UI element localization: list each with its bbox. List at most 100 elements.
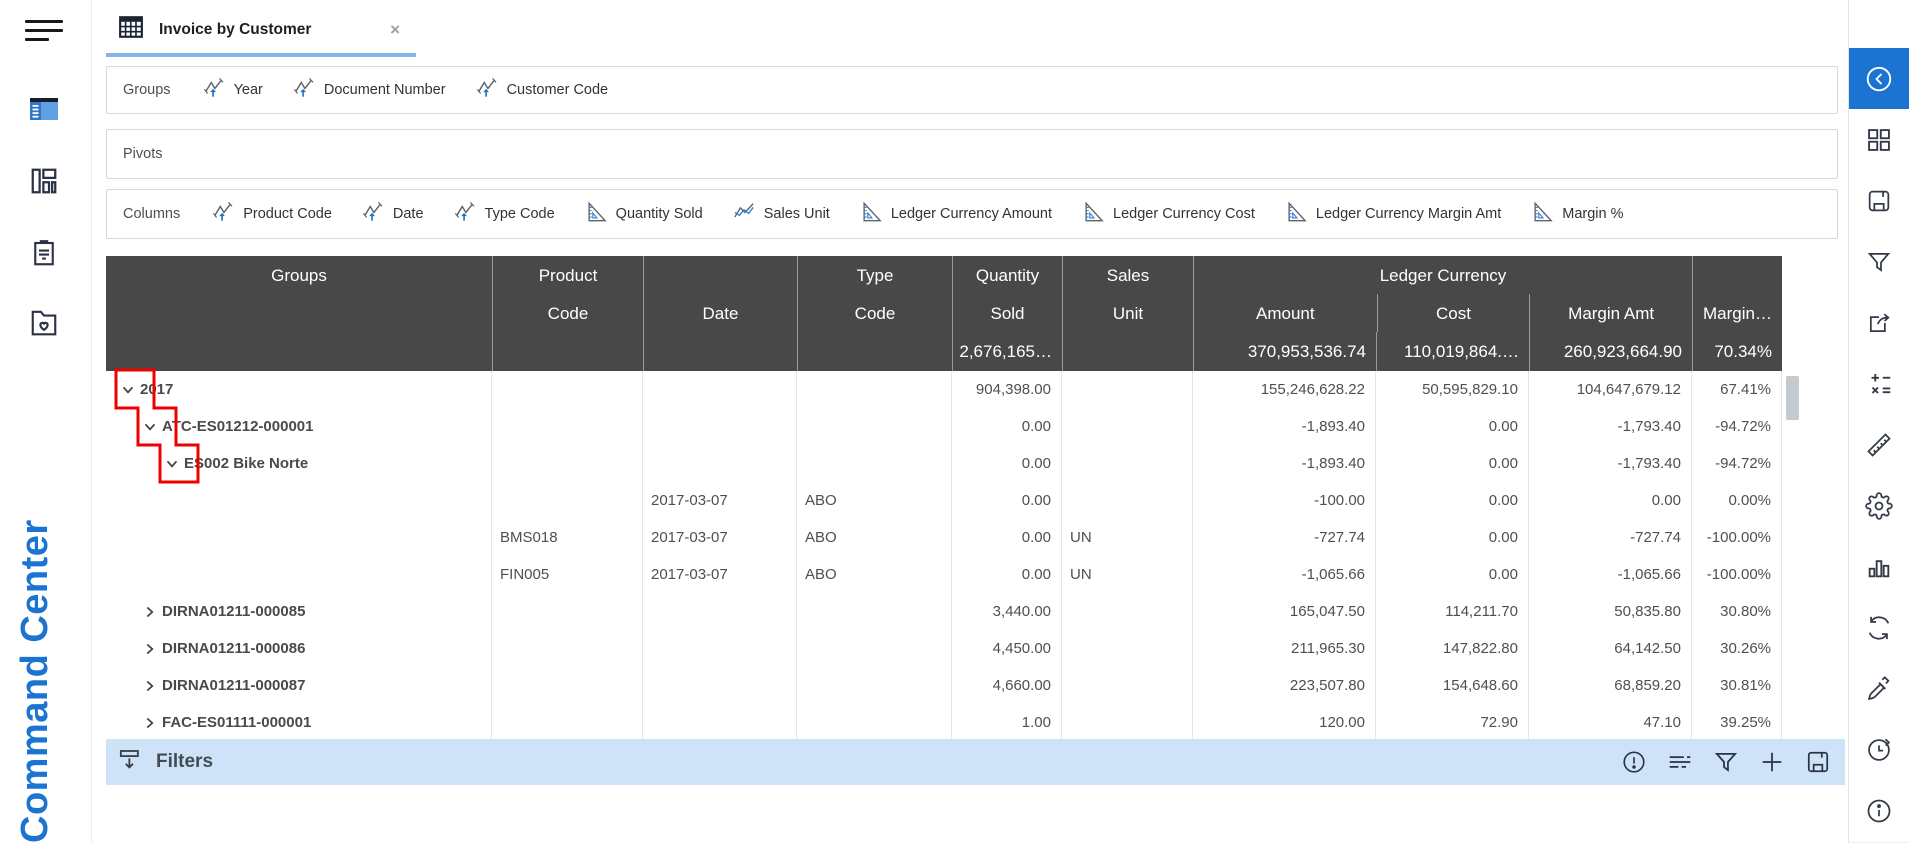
table-body: 2017904,398.00155,246,628.2250,595,829.1… [106,371,1782,739]
chip-sales-unit[interactable]: Sales Unit [733,201,830,228]
chip-ledger-currency-cost[interactable]: Ledger Currency Cost [1082,201,1255,228]
total-quantity-sold: 2,676,165… [952,332,1062,371]
tab-invoice-by-customer[interactable]: Invoice by Customer × [106,6,416,53]
cell-product [492,704,643,739]
collapse-panel-button[interactable] [1849,48,1909,109]
dashboard-grid-icon[interactable] [1849,109,1909,171]
hamburger-menu-icon[interactable] [25,20,63,47]
measure-icon [1285,201,1307,228]
cell-qty: 1.00 [952,704,1062,739]
cell-margin_amt: 68,859.20 [1529,667,1692,704]
chip-customer-code[interactable]: Customer Code [476,77,609,104]
history-icon[interactable] [1849,719,1909,781]
cell-product [492,630,643,667]
save-view-icon[interactable] [1849,170,1909,232]
expand-chevron-icon[interactable] [140,602,160,622]
col-header-groups[interactable]: Groups [106,256,492,332]
dimension-icon [362,201,384,228]
group-label: 2017 [140,371,173,408]
col-header-sales-unit[interactable]: SalesUnit [1062,256,1193,332]
save-icon[interactable] [1805,749,1831,775]
bar-chart-icon[interactable] [1849,536,1909,598]
table-row[interactable]: DIRNA01211-0000853,440.00165,047.50114,2… [106,593,1782,630]
layout-icon[interactable] [27,165,61,197]
total-amount: 370,953,536.74 [1193,332,1376,371]
cell-unit [1062,593,1193,630]
report-view-icon[interactable] [27,93,61,125]
cell-margin_amt: 104,647,679.12 [1529,371,1692,408]
cell-date: 2017-03-07 [643,519,797,556]
settings-gear-icon[interactable] [1849,475,1909,537]
pivots-zone-label: Pivots [123,146,163,162]
col-header-product-code[interactable]: ProductCode [492,256,643,332]
eyedropper-icon[interactable] [1849,658,1909,720]
cell-unit [1062,704,1193,739]
cell-margin_pct: -100.00% [1692,556,1782,593]
cell-margin_amt: -727.74 [1529,519,1692,556]
collapse-chevron-icon[interactable] [140,417,160,437]
table-row[interactable]: ES002 Bike Norte0.00-1,893.400.00-1,793.… [106,445,1782,482]
chip-type-code[interactable]: Type Code [454,201,555,228]
calculator-icon[interactable] [1849,353,1909,415]
cell-margin_pct: -94.72% [1692,445,1782,482]
col-header-cost[interactable]: Cost [1377,294,1530,332]
tab-close-icon[interactable]: × [390,20,400,40]
table-row[interactable]: FAC-ES01111-0000011.00120.0072.9047.1039… [106,704,1782,739]
left-sidebar: Command Center [0,0,92,843]
table-row[interactable]: DIRNA01211-0000874,660.00223,507.80154,6… [106,667,1782,704]
ruler-icon[interactable] [1849,414,1909,476]
vertical-scrollbar-thumb[interactable] [1786,376,1799,420]
chip-quantity-sold[interactable]: Quantity Sold [585,201,703,228]
group-label: DIRNA01211-000086 [162,630,305,667]
chip-year[interactable]: Year [203,77,263,104]
cell-unit [1062,482,1193,519]
total-margin-pct: 70.34% [1692,332,1782,371]
cell-qty: 0.00 [952,445,1062,482]
chip-ledger-currency-margin-amt[interactable]: Ledger Currency Margin Amt [1285,201,1501,228]
expand-chevron-icon[interactable] [140,639,160,659]
cell-amount: -1,893.40 [1193,408,1376,445]
cell-unit [1062,445,1193,482]
filters-toggle[interactable]: Filters [118,747,213,777]
collapse-chevron-icon[interactable] [162,454,182,474]
groups-zone: Groups YearDocument NumberCustomer Code [106,66,1838,114]
cell-product [492,371,643,408]
filter-icon[interactable] [1849,231,1909,293]
cell-unit [1062,630,1193,667]
clipboard-icon[interactable] [27,237,61,269]
alert-circle-icon[interactable] [1621,749,1647,775]
favorites-folder-icon[interactable] [27,307,61,339]
add-icon[interactable] [1759,749,1785,775]
table-row[interactable]: 2017-03-07ABO0.00-100.000.000.000.00% [106,482,1782,519]
chip-ledger-currency-amount[interactable]: Ledger Currency Amount [860,201,1052,228]
table-row[interactable]: ATC-ES01212-0000010.00-1,893.400.00-1,79… [106,408,1782,445]
chip-product-code[interactable]: Product Code [212,201,332,228]
col-header-date[interactable]: Date [643,256,797,332]
ledger-currency-group-label: Ledger Currency [1193,256,1692,294]
active-tab-underline [106,53,416,57]
table-row[interactable]: FIN0052017-03-07ABO0.00UN-1,065.660.00-1… [106,556,1782,593]
cell-product [492,408,643,445]
share-icon[interactable] [1849,292,1909,354]
info-icon[interactable] [1849,780,1909,843]
table-row[interactable]: 2017904,398.00155,246,628.2250,595,829.1… [106,371,1782,408]
cell-margin_pct: -94.72% [1692,408,1782,445]
cell-type [797,704,952,739]
expand-chevron-icon[interactable] [140,676,160,696]
col-header-margin-pct[interactable]: Margin… [1692,256,1782,332]
expand-chevron-icon[interactable] [140,713,160,733]
table-row[interactable]: DIRNA01211-0000864,450.00211,965.30147,8… [106,630,1782,667]
col-header-amount[interactable]: Amount [1194,294,1377,332]
chip-document-number[interactable]: Document Number [293,77,446,104]
col-header-type-code[interactable]: TypeCode [797,256,952,332]
adjust-lines-icon[interactable] [1667,749,1693,775]
col-header-quantity-sold[interactable]: QuantitySold [952,256,1062,332]
refresh-icon[interactable] [1849,597,1909,659]
filter-funnel-icon[interactable] [1713,749,1739,775]
chip-margin[interactable]: Margin % [1531,201,1623,228]
chip-date[interactable]: Date [362,201,424,228]
cell-cost: 0.00 [1376,556,1529,593]
col-header-margin-amt[interactable]: Margin Amt [1529,294,1692,332]
table-row[interactable]: BMS0182017-03-07ABO0.00UN-727.740.00-727… [106,519,1782,556]
collapse-chevron-icon[interactable] [118,380,138,400]
